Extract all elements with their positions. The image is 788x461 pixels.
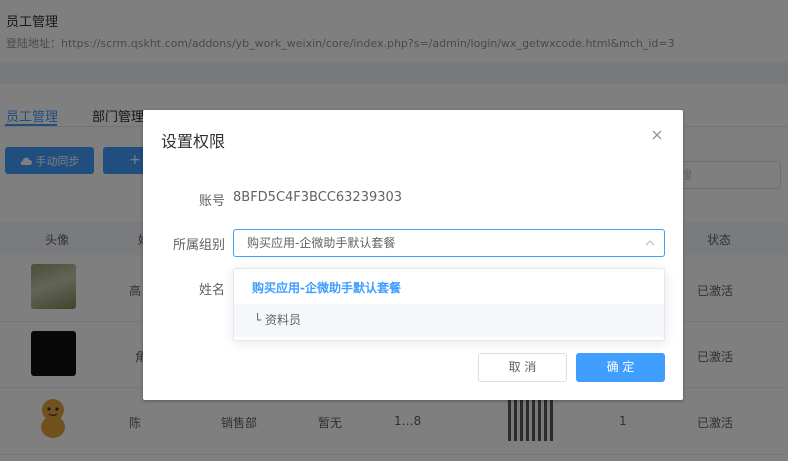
close-icon[interactable] bbox=[649, 127, 665, 143]
cancel-button[interactable]: 取 消 bbox=[478, 353, 567, 382]
group-select[interactable]: 购买应用-企微助手默认套餐 bbox=[233, 229, 665, 257]
group-select-value: 购买应用-企微助手默认套餐 bbox=[247, 236, 396, 250]
name-label: 姓名 bbox=[198, 283, 225, 298]
dropdown-option-clerk[interactable]: └ 资料员 bbox=[234, 304, 664, 337]
chevron-up-icon bbox=[645, 240, 655, 246]
dropdown-option-default-package[interactable]: 购买应用-企微助手默认套餐 bbox=[234, 272, 664, 305]
account-label: 账号 bbox=[198, 194, 225, 209]
account-value: 8BFD5C4F3BCC63239303 bbox=[233, 190, 403, 205]
confirm-button[interactable]: 确 定 bbox=[576, 353, 665, 382]
group-dropdown: 购买应用-企微助手默认套餐 └ 资料员 bbox=[233, 268, 665, 341]
dialog-title: 设置权限 bbox=[161, 132, 226, 151]
permission-dialog: 设置权限 账号 8BFD5C4F3BCC63239303 所属组别 购买应用-企… bbox=[143, 110, 683, 400]
group-label: 所属组别 bbox=[172, 238, 225, 253]
